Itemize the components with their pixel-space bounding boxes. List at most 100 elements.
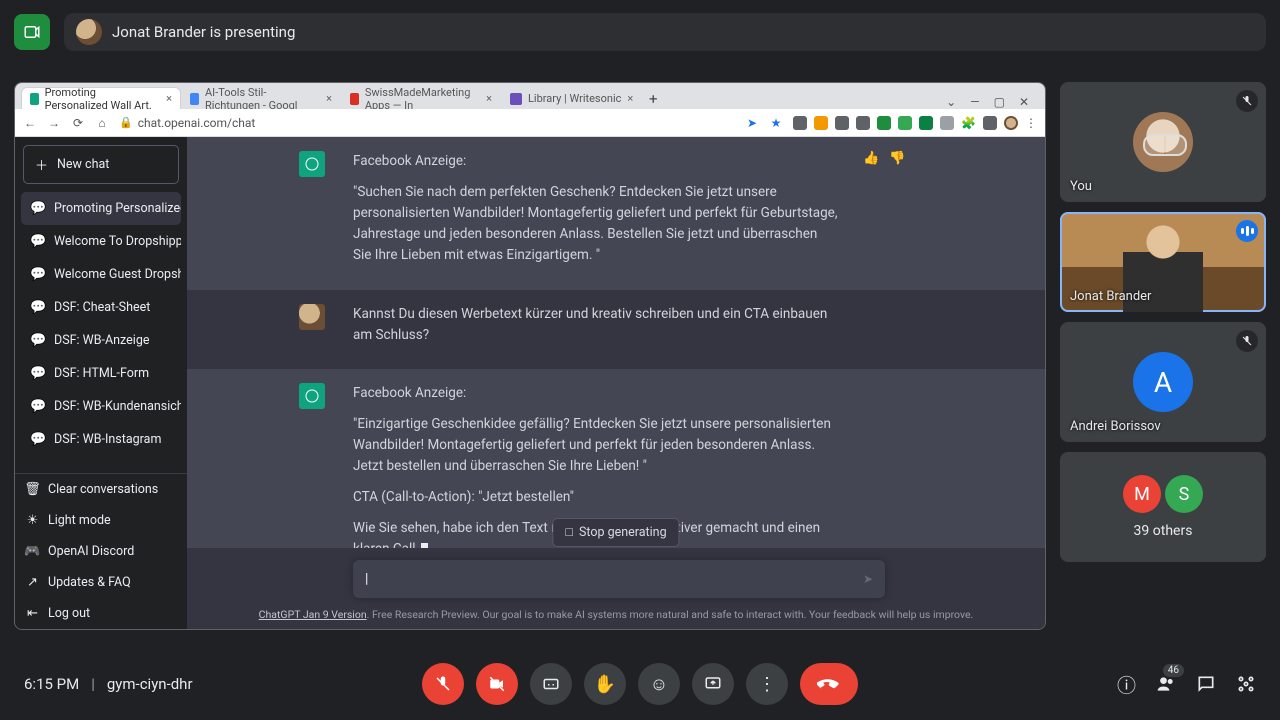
chat-history-item[interactable]: 💬DSF: WB-Kundenansicht bbox=[21, 390, 181, 423]
extension-icon[interactable] bbox=[856, 116, 870, 130]
presenter-avatar bbox=[76, 19, 102, 45]
mic-muted-icon bbox=[1236, 90, 1258, 112]
plus-icon: ＋ bbox=[34, 155, 49, 174]
chat-title: DSF: WB-Kundenansicht bbox=[54, 399, 181, 414]
browser-tab[interactable]: Library | Writesonic× bbox=[501, 87, 642, 109]
profile-avatar[interactable] bbox=[1004, 116, 1018, 130]
logout-button[interactable]: ⇤Log out bbox=[15, 598, 187, 629]
reload-icon[interactable]: ⟳ bbox=[71, 116, 85, 130]
clear-conversations-button[interactable]: 🗑Clear conversations bbox=[15, 474, 187, 505]
end-call-button[interactable] bbox=[800, 663, 858, 705]
chat-history-item[interactable]: 💬DSF: Cheat-Sheet bbox=[21, 291, 181, 324]
kebab-icon[interactable]: ⋮ bbox=[1025, 116, 1037, 130]
people-button[interactable]: 46 bbox=[1156, 674, 1176, 694]
tabsearch-icon[interactable]: ⌄ bbox=[946, 95, 956, 109]
captions-button[interactable] bbox=[530, 663, 572, 705]
window-close-icon[interactable]: ✕ bbox=[1019, 95, 1029, 109]
window-minimize-icon[interactable]: — bbox=[970, 95, 979, 109]
updates-faq-link[interactable]: ↗Updates & FAQ bbox=[15, 567, 187, 598]
close-icon[interactable]: × bbox=[326, 92, 332, 105]
chatgpt-main: Facebook Anzeige: "Suchen Sie nach dem p… bbox=[187, 137, 1045, 629]
discord-link[interactable]: 🎮OpenAI Discord bbox=[15, 536, 187, 567]
version-link[interactable]: ChatGPT Jan 9 Version bbox=[259, 608, 367, 621]
extension-icon[interactable] bbox=[793, 116, 807, 130]
extension-icon[interactable] bbox=[877, 116, 891, 130]
reactions-button[interactable]: ☺ bbox=[638, 663, 680, 705]
light-mode-button[interactable]: ☀Light mode bbox=[15, 505, 187, 536]
chat-history-item[interactable]: 💬DSF: HTML-Form bbox=[21, 357, 181, 390]
chat-title: DSF: WB-Instagram bbox=[54, 432, 161, 447]
presenting-text: Jonat Brander is presenting bbox=[112, 23, 295, 41]
user-message: Kannst Du diesen Werbetext kürzer und kr… bbox=[187, 290, 1045, 370]
thumbs-down-icon[interactable]: 👎 bbox=[889, 151, 905, 276]
speaking-indicator-icon bbox=[1236, 220, 1258, 242]
input-caret: | bbox=[365, 571, 368, 587]
participant-label: You bbox=[1070, 179, 1092, 194]
chat-thread: Facebook Anzeige: "Suchen Sie nach dem p… bbox=[187, 137, 1045, 548]
avatar bbox=[1133, 112, 1193, 172]
mic-muted-icon bbox=[1236, 330, 1258, 352]
close-icon[interactable]: × bbox=[166, 92, 172, 105]
chat-history-item[interactable]: 💬Welcome Guest Dropshipping bbox=[21, 258, 181, 291]
chat-icon: 💬 bbox=[31, 366, 46, 381]
chat-history-item[interactable]: 💬Welcome To Dropshipping Liv bbox=[21, 225, 181, 258]
browser-tabstrip: Promoting Personalized Wall Art.× AI-Too… bbox=[15, 83, 1045, 109]
message-text: "Einzigartige Geschenkidee gefällig? Ent… bbox=[353, 414, 839, 477]
participant-tile[interactable]: A Andrei Borissov bbox=[1060, 322, 1266, 442]
extension-icon[interactable] bbox=[835, 116, 849, 130]
chat-input[interactable]: | ➤ bbox=[353, 560, 885, 598]
extension-icon[interactable] bbox=[814, 116, 828, 130]
tab-title: SwissMadeMarketing Apps — In bbox=[365, 87, 480, 109]
extensions-puzzle-icon[interactable]: 🧩 bbox=[961, 116, 976, 130]
chat-history-item[interactable]: 💬 DSF: WB-Instagram bbox=[21, 423, 181, 456]
stop-generating-button[interactable]: □Stop generating bbox=[552, 518, 679, 547]
browser-tab[interactable]: SwissMadeMarketing Apps — In × bbox=[341, 87, 501, 109]
extension-icon[interactable] bbox=[919, 116, 933, 130]
browser-tab[interactable]: AI-Tools Stil-Richtungen - Googl× bbox=[181, 87, 341, 109]
raise-hand-button[interactable]: ✋ bbox=[584, 663, 626, 705]
new-chat-button[interactable]: ＋New chat bbox=[23, 145, 179, 184]
chat-button[interactable] bbox=[1196, 674, 1216, 694]
thumbs-up-icon[interactable]: 👍 bbox=[863, 151, 879, 276]
home-icon[interactable]: ⌂ bbox=[95, 116, 109, 130]
chat-icon: 💬 bbox=[31, 300, 46, 315]
chat-icon: 💬 bbox=[31, 267, 46, 282]
chat-icon: 💬 bbox=[31, 432, 46, 447]
chat-history-item[interactable]: 💬Promoting Personalized✎🗑 bbox=[21, 192, 181, 225]
browser-tab[interactable]: Promoting Personalized Wall Art.× bbox=[21, 87, 181, 109]
shared-screen: Promoting Personalized Wall Art.× AI-Too… bbox=[14, 82, 1046, 630]
share-icon[interactable]: ➤ bbox=[745, 116, 759, 130]
message-heading: Facebook Anzeige: bbox=[353, 383, 839, 404]
clock-text: 6:15 PM bbox=[24, 675, 79, 693]
chat-history-item[interactable]: 💬DSF: WB-Anzeige bbox=[21, 324, 181, 357]
address-bar[interactable]: 🔒 chat.openai.com/chat bbox=[119, 116, 735, 130]
new-tab-button[interactable]: + bbox=[642, 89, 664, 109]
more-options-button[interactable]: ⋮ bbox=[746, 663, 788, 705]
send-icon[interactable]: ➤ bbox=[863, 572, 873, 586]
avatar: S bbox=[1165, 475, 1203, 513]
extension-icon[interactable] bbox=[940, 116, 954, 130]
chatgpt-sidebar: ＋New chat 💬Promoting Personalized✎🗑 💬Wel… bbox=[15, 137, 187, 629]
separator: | bbox=[91, 675, 95, 693]
close-icon[interactable]: × bbox=[627, 92, 633, 105]
window-maximize-icon[interactable]: ▢ bbox=[994, 95, 1005, 109]
trash-icon: 🗑 bbox=[25, 482, 40, 497]
back-icon[interactable]: ← bbox=[23, 116, 37, 130]
participant-tile-others[interactable]: M S 39 others bbox=[1060, 452, 1266, 562]
stop-icon: □ bbox=[565, 525, 573, 540]
present-screen-button[interactable] bbox=[692, 663, 734, 705]
mic-toggle-button[interactable] bbox=[422, 663, 464, 705]
extension-icon[interactable] bbox=[983, 116, 997, 130]
activities-button[interactable] bbox=[1236, 674, 1256, 694]
participant-tile-you[interactable]: You bbox=[1060, 82, 1266, 202]
bookmark-icon[interactable]: ★ bbox=[769, 116, 783, 130]
participant-tile-presenter[interactable]: Jonat Brander bbox=[1060, 212, 1266, 312]
chat-icon: 💬 bbox=[31, 201, 46, 216]
extension-icon[interactable] bbox=[898, 116, 912, 130]
forward-icon[interactable]: → bbox=[47, 116, 61, 130]
assistant-avatar bbox=[299, 151, 325, 177]
meeting-details-button[interactable]: ⓘ bbox=[1117, 671, 1136, 698]
chat-title: DSF: WB-Anzeige bbox=[54, 333, 149, 348]
close-icon[interactable]: × bbox=[486, 92, 492, 105]
camera-toggle-button[interactable] bbox=[476, 663, 518, 705]
